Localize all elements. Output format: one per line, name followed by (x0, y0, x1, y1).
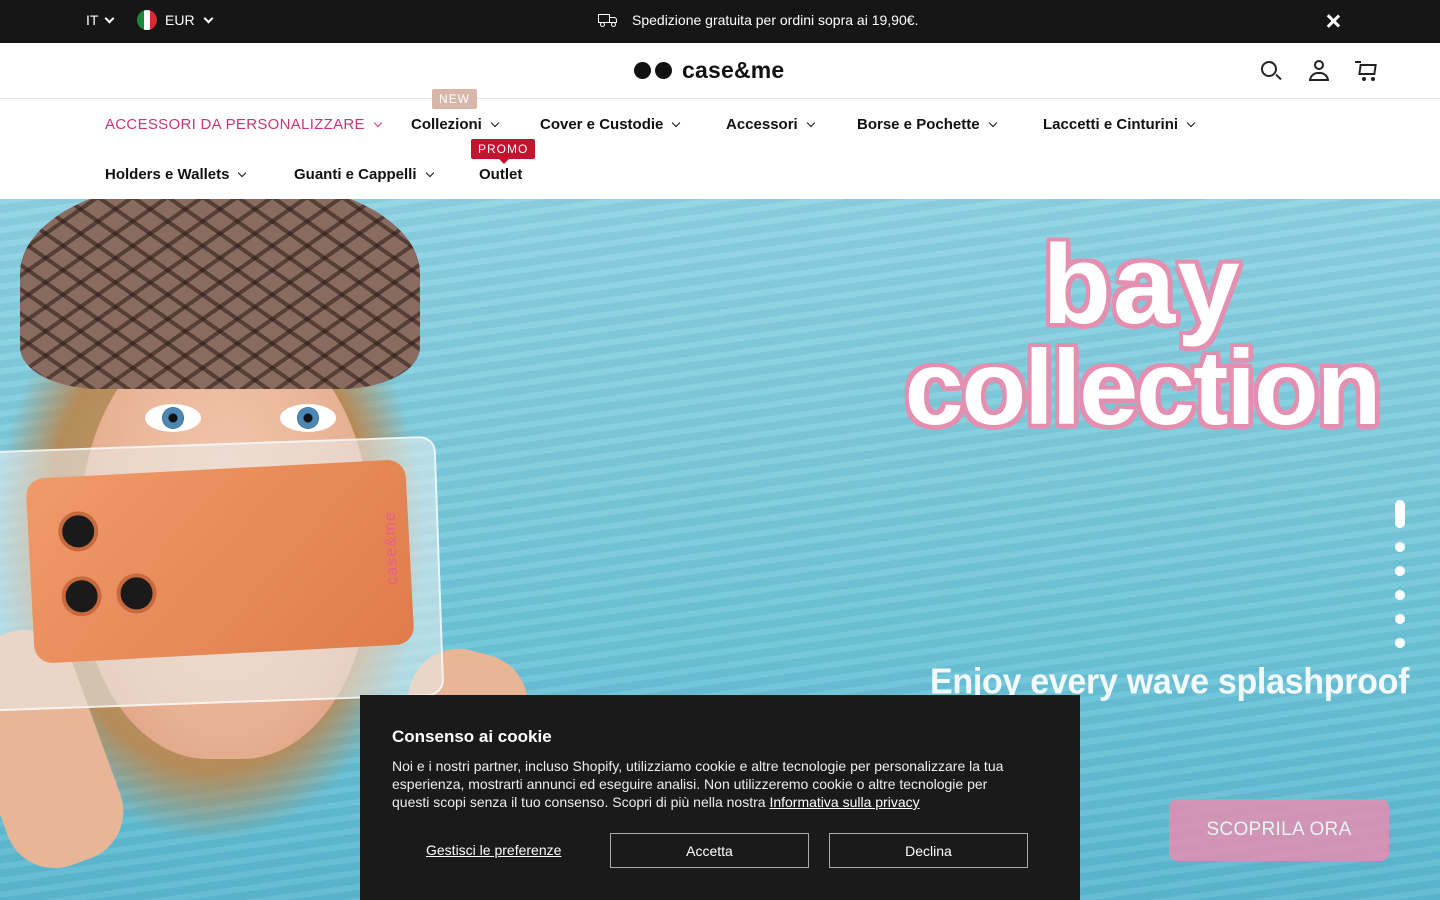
nav-item-label: Holders e Wallets (105, 166, 230, 183)
logo-dot-icon (634, 62, 651, 79)
manage-preferences-link[interactable]: Gestisci le preferenze (426, 842, 561, 858)
decline-button[interactable]: Declina (829, 833, 1028, 868)
italy-flag-icon (137, 10, 157, 30)
slider-pagination (1395, 500, 1405, 648)
nav-item-laccetti-cinturini[interactable]: Laccetti e Cinturini (1043, 116, 1196, 133)
language-selector[interactable]: IT (86, 12, 115, 28)
nav-item-holders-wallets[interactable]: Holders e Wallets (105, 166, 247, 183)
nav-item-label: Collezioni (411, 116, 482, 133)
nav-item-collezioni[interactable]: Collezioni (411, 116, 500, 133)
nav-item-label: Accessori (726, 116, 798, 133)
chevron-down-icon (672, 118, 681, 127)
logo-text: case&me (682, 57, 785, 83)
nav-item-label: Guanti e Cappelli (294, 166, 417, 183)
slide-dot[interactable] (1395, 566, 1405, 576)
chevron-down-icon (425, 168, 434, 177)
phone-brand-text: case&me (381, 510, 402, 586)
chevron-down-icon (1186, 118, 1196, 127)
nav-item-accessori-personalizzare[interactable]: ACCESSORI DA PERSONALIZZARE (105, 116, 383, 133)
discover-button[interactable]: SCOPRILA ORA (1169, 799, 1389, 861)
privacy-policy-link[interactable]: Informativa sulla privacy (769, 794, 919, 810)
nav-item-label: Borse e Pochette (857, 116, 980, 133)
chevron-down-icon (203, 13, 214, 23)
user-icon[interactable] (1307, 59, 1331, 83)
hero-headline: bay collection (872, 222, 1412, 448)
search-icon[interactable] (1259, 59, 1283, 83)
main-navigation (0, 99, 1440, 199)
announcement-text: Spedizione gratuita per ordini sopra ai … (632, 12, 919, 28)
accept-button[interactable]: Accetta (610, 833, 809, 868)
shipping-announcement: Spedizione gratuita per ordini sopra ai … (598, 12, 918, 28)
chevron-down-icon (988, 118, 997, 127)
nav-item-cover-custodie[interactable]: Cover e Custodie (540, 116, 681, 133)
nav-item-label: Cover e Custodie (540, 116, 664, 133)
cart-icon[interactable] (1355, 59, 1379, 83)
hero-headline-line1: bay (1042, 222, 1242, 347)
chevron-down-icon (373, 118, 383, 127)
chevron-down-icon (490, 118, 500, 127)
promo-badge: PROMO (471, 139, 536, 164)
announcement-bar: IT EUR Spedizione gratuita per ordini so… (0, 0, 1440, 43)
nav-item-label: Outlet (479, 166, 523, 183)
cookie-text: Noi e i nostri partner, incluso Shopify,… (392, 757, 1028, 811)
nav-item-accessori[interactable]: Accessori (726, 116, 815, 133)
site-header: case&me (0, 43, 1440, 99)
currency-selector[interactable]: EUR (137, 10, 214, 30)
close-icon[interactable] (1324, 11, 1342, 31)
chevron-down-icon (806, 118, 815, 127)
slide-dot[interactable] (1395, 590, 1405, 600)
nav-item-borse-pochette[interactable]: Borse e Pochette (857, 116, 997, 133)
nav-item-label: Laccetti e Cinturini (1043, 116, 1179, 133)
language-label: IT (86, 12, 99, 28)
truck-icon (598, 13, 618, 27)
new-badge: NEW (432, 89, 477, 109)
hero-headline-line2: collection (904, 329, 1382, 448)
nav-item-guanti-cappelli[interactable]: Guanti e Cappelli (294, 166, 434, 183)
cookie-title: Consenso ai cookie (392, 727, 552, 746)
logo-dot-icon (655, 62, 672, 79)
chevron-down-icon (238, 168, 247, 177)
currency-label: EUR (165, 12, 195, 28)
slide-dot[interactable] (1395, 542, 1405, 552)
phone-case (25, 459, 415, 664)
nav-item-label: ACCESSORI DA PERSONALIZZARE (105, 116, 365, 133)
nav-item-outlet[interactable]: Outlet (479, 166, 522, 183)
cookie-consent-banner: Consenso ai cookie Noi e i nostri partne… (360, 695, 1080, 900)
crochet-hat (20, 199, 420, 389)
logo[interactable]: case&me (634, 57, 784, 84)
chevron-down-icon (105, 13, 115, 23)
slide-dot[interactable] (1395, 638, 1405, 648)
slide-dot-active[interactable] (1395, 500, 1405, 528)
slide-dot[interactable] (1395, 614, 1405, 624)
